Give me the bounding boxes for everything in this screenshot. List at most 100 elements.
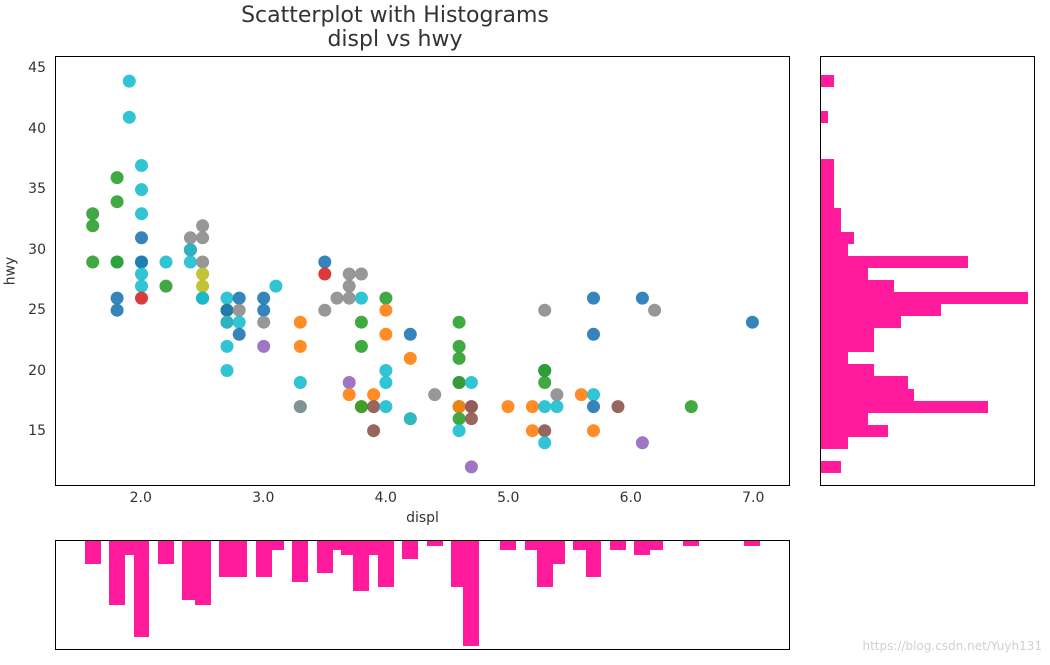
y-tick-label: 20 (28, 363, 46, 379)
scatter-point (404, 328, 417, 341)
scatter-point (587, 400, 600, 413)
displ-hist-bar (134, 541, 150, 637)
scatter-point (355, 268, 368, 281)
hwy-histogram-panel (820, 56, 1035, 486)
hwy-hist-bar (821, 172, 834, 184)
scatter-point (294, 316, 307, 329)
scatter-point (343, 268, 356, 281)
scatter-point (746, 316, 759, 329)
scatter-point (379, 292, 392, 305)
displ-hist-bar (268, 541, 284, 550)
displ-histogram-panel (55, 540, 790, 650)
x-tick-label: 3.0 (252, 490, 274, 506)
scatter-point (318, 268, 331, 281)
y-axis-ticks: 15202530354045 (0, 56, 50, 486)
scatter-point (538, 304, 551, 317)
scatter-point (123, 111, 136, 124)
scatter-point (367, 388, 380, 401)
displ-hist-bar (378, 541, 394, 587)
x-axis-ticks: 2.03.04.05.06.07.0 (55, 490, 790, 508)
scatter-point (160, 256, 173, 269)
displ-hist-bar (549, 541, 565, 564)
hwy-hist-bar (821, 159, 834, 171)
scatter-point (86, 219, 99, 232)
scatter-point (367, 424, 380, 437)
scatter-point (331, 292, 344, 305)
scatter-point (233, 292, 246, 305)
hwy-hist-bar (821, 364, 874, 376)
scatter-point (575, 388, 588, 401)
scatter-point (123, 75, 136, 88)
scatter-panel (55, 56, 790, 486)
chart-title: Scatterplot with Histograms (0, 4, 790, 28)
x-tick-label: 7.0 (742, 490, 764, 506)
scatter-point (648, 304, 661, 317)
y-tick-label: 40 (28, 121, 46, 137)
displ-hist-bar (195, 541, 211, 605)
scatter-point (550, 400, 563, 413)
scatter-point (355, 400, 368, 413)
scatter-point (196, 280, 209, 293)
displ-hist-bar (402, 541, 418, 559)
x-tick-label: 6.0 (620, 490, 642, 506)
scatter-point (135, 159, 148, 172)
scatter-point (257, 292, 270, 305)
scatter-point (404, 352, 417, 365)
scatter-point (86, 256, 99, 269)
scatter-point (196, 219, 209, 232)
scatter-point (135, 280, 148, 293)
scatter-point (526, 424, 539, 437)
scatter-point (196, 231, 209, 244)
y-tick-label: 15 (28, 423, 46, 439)
scatter-point (294, 340, 307, 353)
displ-hist-bar (158, 541, 174, 564)
scatter-point (135, 207, 148, 220)
scatter-point (685, 400, 698, 413)
scatter-point (294, 376, 307, 389)
scatter-point (538, 400, 551, 413)
displ-hist-bar (586, 541, 602, 577)
hwy-hist-bar (821, 389, 914, 401)
scatter-point (233, 328, 246, 341)
scatter-point (221, 304, 234, 317)
scatter-point (465, 460, 478, 473)
hwy-hist-bar (821, 111, 828, 123)
scatter-point (379, 400, 392, 413)
scatter-point (379, 304, 392, 317)
scatter-point (355, 292, 368, 305)
scatter-point (343, 388, 356, 401)
hwy-hist-bar (821, 244, 848, 256)
displ-hist-bar (647, 541, 663, 550)
hwy-hist-bar (821, 208, 841, 220)
scatter-point (135, 183, 148, 196)
scatter-point (379, 364, 392, 377)
scatter-point (135, 231, 148, 244)
y-tick-label: 25 (28, 302, 46, 318)
hwy-hist-bar (821, 328, 874, 340)
displ-hist-bar (463, 541, 479, 646)
scatter-point (453, 376, 466, 389)
chart-subtitle: displ vs hwy (0, 28, 790, 52)
scatter-point (135, 292, 148, 305)
scatter-point (184, 231, 197, 244)
hwy-hist-bar (821, 413, 868, 425)
scatter-point (587, 292, 600, 305)
watermark: https://blog.csdn.net/Yuyh131 (862, 639, 1042, 653)
scatter-point (343, 280, 356, 293)
scatter-point (587, 328, 600, 341)
hwy-hist-bar (821, 280, 894, 292)
scatter-point (636, 436, 649, 449)
hwy-hist-bar (821, 292, 1028, 304)
scatter-point (379, 376, 392, 389)
hwy-hist-bar (821, 376, 908, 388)
scatter-point (184, 256, 197, 269)
hwy-hist-bar (821, 316, 901, 328)
x-tick-label: 5.0 (497, 490, 519, 506)
scatter-point (379, 328, 392, 341)
displ-hist-bar (85, 541, 101, 564)
scatter-point (196, 256, 209, 269)
scatter-point (257, 340, 270, 353)
scatter-point (221, 340, 234, 353)
scatter-point (636, 292, 649, 305)
hwy-hist-bar (821, 425, 888, 437)
